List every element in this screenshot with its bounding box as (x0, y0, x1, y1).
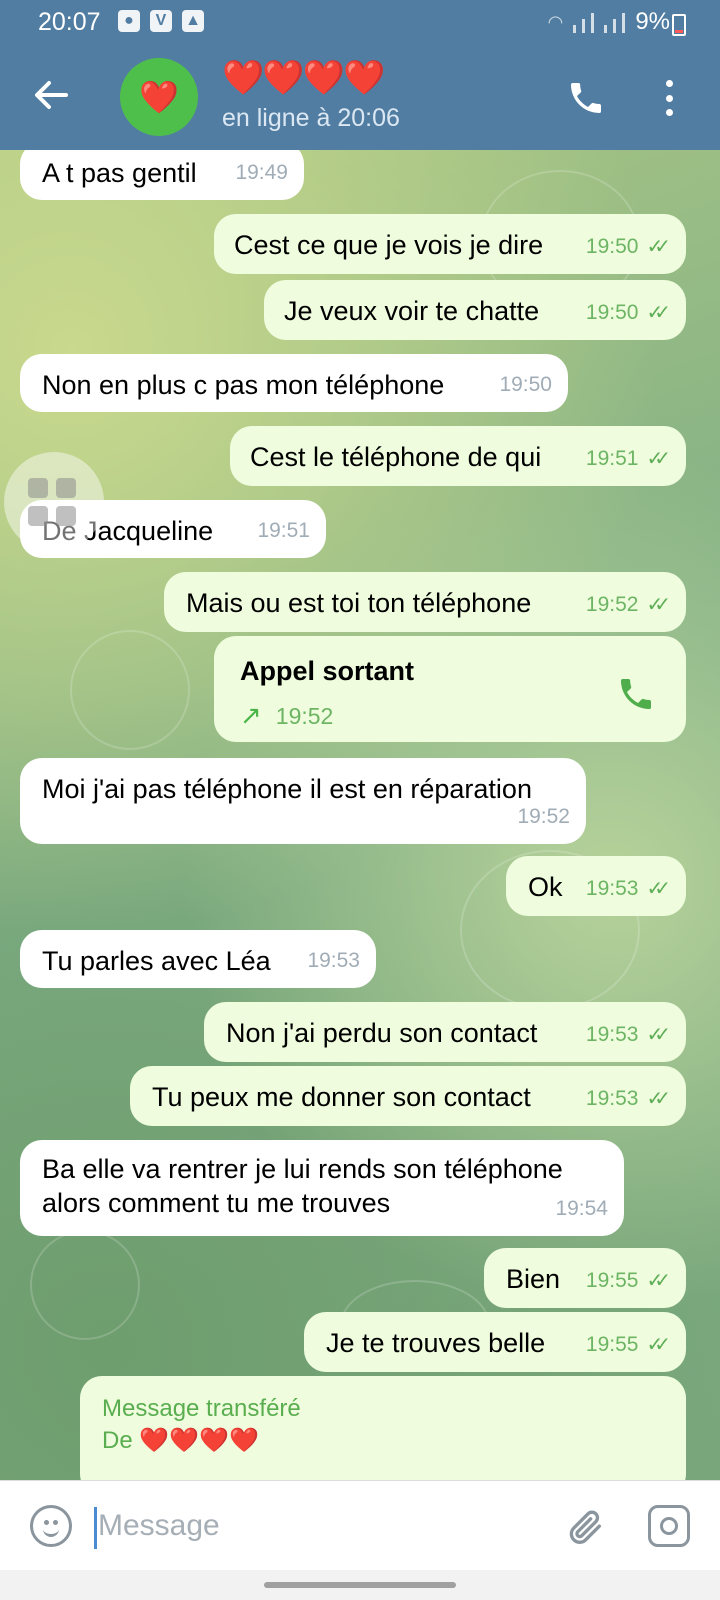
wallpaper-doodle (70, 630, 190, 750)
message-bubble[interactable]: Non j'ai perdu son contact 19:53 ✓✓ (204, 1002, 686, 1062)
message-bubble[interactable]: Tu parles avec Léa 19:53 (20, 930, 376, 988)
message-time: 19:53 ✓✓ (586, 1082, 671, 1116)
paperclip-icon[interactable] (566, 1507, 606, 1547)
message-text: Ok (528, 872, 563, 902)
message-time: 19:53 ✓✓ (586, 872, 671, 906)
message-bubble[interactable]: Je veux voir te chatte 19:50 ✓✓ (264, 280, 686, 340)
text-cursor (94, 1507, 97, 1549)
double-check-icon: ✓✓ (646, 302, 670, 324)
double-check-icon: ✓✓ (646, 1024, 670, 1046)
wallpaper-doodle (30, 1230, 140, 1340)
battery-percent: 9% (635, 8, 670, 35)
message-time: 19:53 ✓✓ (586, 1018, 671, 1052)
call-time: ↗ 19:52 (240, 700, 334, 730)
message-time: 19:50 (499, 373, 552, 396)
message-bubble[interactable]: Moi j'ai pas téléphone il est en réparat… (20, 758, 586, 844)
message-text: Ba elle va rentrer je lui rends son télé… (42, 1154, 563, 1218)
phone-icon[interactable] (566, 78, 606, 118)
message-text: Cest le téléphone de qui (250, 442, 542, 472)
outgoing-arrow-icon: ↗ (240, 700, 262, 730)
message-time: 19:51 (257, 519, 310, 542)
shield-icon: ● (118, 10, 140, 32)
chat-header: 20:07 ● V ▲ ◠ 9% ❤️ ❤️❤️❤️❤️ en ligne à … (0, 0, 720, 150)
forwarded-from[interactable]: De ❤️❤️❤️❤️ (102, 1424, 259, 1458)
message-time: 19:52 (517, 805, 570, 828)
message-bubble[interactable]: Bien 19:55 ✓✓ (484, 1248, 686, 1308)
message-bubble[interactable]: Non en plus c pas mon téléphone 19:50 (20, 354, 568, 412)
call-bubble[interactable]: Appel sortant ↗ 19:52 (214, 636, 686, 742)
status-bar: 20:07 ● V ▲ ◠ 9% (0, 0, 720, 46)
forwarded-label: Message transféré (102, 1395, 301, 1422)
message-time: 19:51 ✓✓ (586, 442, 671, 476)
message-bubble[interactable]: Mais ou est toi ton téléphone 19:52 ✓✓ (164, 572, 686, 632)
double-check-icon: ✓✓ (646, 594, 670, 616)
chat-status: en ligne à 20:06 (222, 104, 400, 132)
message-text: Moi j'ai pas téléphone il est en réparat… (42, 774, 532, 804)
v-app-icon: V (150, 10, 172, 32)
message-time: 19:52 ✓✓ (586, 588, 671, 622)
signal-icon (573, 11, 595, 33)
double-check-icon: ✓✓ (646, 1088, 670, 1110)
message-composer (0, 1480, 720, 1570)
double-check-icon: ✓✓ (646, 1270, 670, 1292)
gallery-icon: ▲ (182, 10, 204, 32)
status-time: 20:07 (38, 8, 101, 36)
system-nav-bar (0, 1570, 720, 1600)
message-bubble[interactable]: Cest le téléphone de qui 19:51 ✓✓ (230, 426, 686, 486)
message-text: Tu peux me donner son contact (152, 1082, 531, 1112)
forwarded-message-bubble[interactable]: Message transféré De ❤️❤️❤️❤️ (80, 1376, 686, 1480)
message-time: 19:55 ✓✓ (586, 1328, 671, 1362)
chat-title[interactable]: ❤️❤️❤️❤️ (222, 58, 385, 98)
message-time: 19:55 ✓✓ (586, 1264, 671, 1298)
message-text: Bien (506, 1264, 561, 1294)
message-text: Non en plus c pas mon téléphone (42, 370, 445, 400)
double-check-icon: ✓✓ (646, 236, 670, 258)
camera-icon[interactable] (648, 1505, 690, 1547)
floating-grid-button[interactable] (4, 452, 104, 552)
more-options-icon[interactable] (664, 80, 674, 116)
chat-area[interactable]: A t pas gentil 19:49 Cest ce que je vois… (0, 150, 720, 1480)
message-time: 19:54 (555, 1197, 608, 1220)
back-arrow-icon[interactable] (34, 80, 68, 110)
message-bubble[interactable]: Cest ce que je vois je dire 19:50 ✓✓ (214, 214, 686, 274)
message-bubble[interactable]: Je te trouves belle 19:55 ✓✓ (304, 1312, 686, 1372)
emoji-icon[interactable] (30, 1505, 72, 1547)
phone-icon[interactable] (616, 674, 656, 714)
avatar[interactable]: ❤️ (120, 58, 198, 136)
double-check-icon: ✓✓ (646, 448, 670, 470)
message-bubble[interactable]: A t pas gentil 19:49 (20, 150, 304, 200)
message-text: Non j'ai perdu son contact (226, 1018, 538, 1048)
call-title: Appel sortant (240, 656, 415, 686)
battery-icon (672, 14, 686, 36)
message-text: Mais ou est toi ton téléphone (186, 588, 532, 618)
message-time: 19:50 ✓✓ (586, 230, 671, 264)
message-input[interactable] (98, 1501, 528, 1551)
message-time: 19:53 (307, 949, 360, 972)
message-bubble[interactable]: Tu peux me donner son contact 19:53 ✓✓ (130, 1066, 686, 1126)
message-bubble[interactable]: Ok 19:53 ✓✓ (506, 856, 686, 916)
message-bubble[interactable]: Ba elle va rentrer je lui rends son télé… (20, 1140, 624, 1236)
double-check-icon: ✓✓ (646, 1334, 670, 1356)
message-text: Je veux voir te chatte (284, 296, 540, 326)
double-check-icon: ✓✓ (646, 878, 670, 900)
message-time: 19:49 (235, 161, 288, 184)
home-gesture-bar[interactable] (264, 1582, 456, 1588)
message-time: 19:50 ✓✓ (586, 296, 671, 330)
message-text: Cest ce que je vois je dire (234, 230, 544, 260)
message-text: Tu parles avec Léa (42, 946, 271, 976)
wifi-icon: ◠ (547, 11, 564, 32)
message-text: A t pas gentil (42, 158, 197, 188)
signal-icon-2 (604, 11, 626, 33)
message-text: Je te trouves belle (326, 1328, 546, 1358)
